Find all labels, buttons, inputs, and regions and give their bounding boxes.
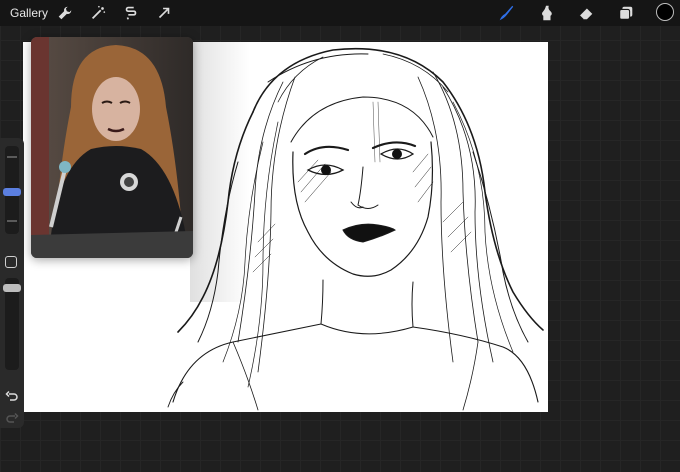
reference-companion-window[interactable] [31,37,193,258]
undo-icon[interactable] [5,390,19,404]
opacity-thumb[interactable] [3,284,21,292]
brush-size-slider[interactable] [3,146,21,234]
transform-arrow-icon[interactable] [154,3,174,23]
brush-size-thumb[interactable] [3,188,21,196]
wrench-icon[interactable] [55,3,75,23]
slider-tick [7,220,17,222]
selection-icon[interactable] [121,3,141,23]
redo-icon[interactable] [5,412,19,426]
opacity-slider[interactable] [3,278,21,370]
magic-wand-icon[interactable] [88,3,108,23]
brush-icon[interactable] [496,3,516,23]
reference-shadow [190,42,250,302]
eraser-icon[interactable] [576,3,596,23]
brush-sidebar [0,138,24,428]
modify-button[interactable] [5,256,17,268]
gallery-button[interactable]: Gallery [10,6,48,20]
top-toolbar: Gallery [0,0,680,26]
smudge-icon[interactable] [536,3,556,23]
slider-tick [7,156,17,158]
layers-icon[interactable] [616,3,636,23]
reference-photo [31,37,193,258]
current-color-swatch[interactable] [656,3,674,21]
